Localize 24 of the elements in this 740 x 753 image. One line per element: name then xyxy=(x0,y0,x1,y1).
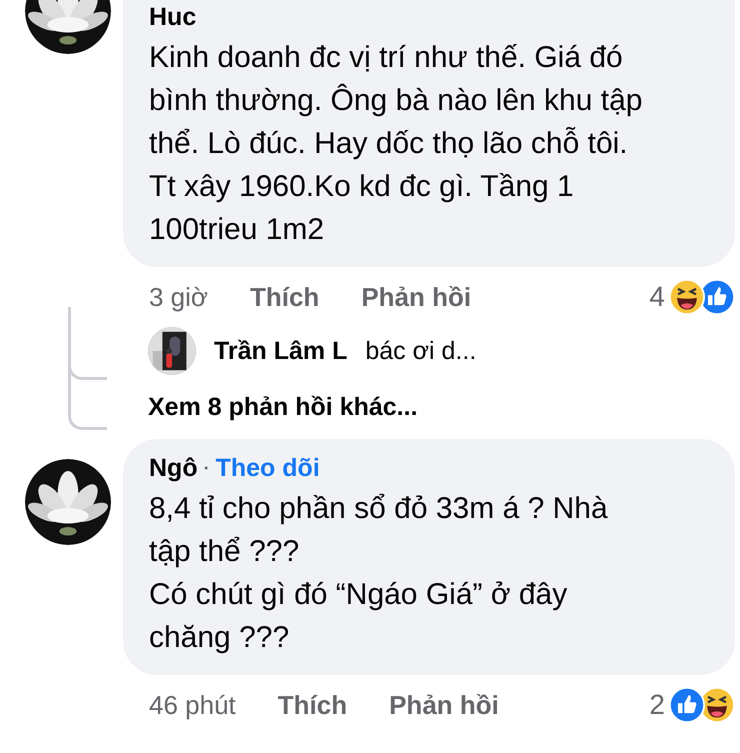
reply-button[interactable]: Phản hồi xyxy=(389,690,499,720)
comment-text: Có chút gì đó “Ngáo Giá” ở đây xyxy=(149,577,568,613)
comment-text: chăng ??? xyxy=(149,620,290,656)
like-button[interactable]: Thích xyxy=(278,690,348,720)
comment-text: thể. Lò đúc. Hay dốc thọ lão chỗ tôi. xyxy=(149,126,629,162)
comment-time[interactable]: 3 giờ xyxy=(149,282,208,312)
reply-preview[interactable]: bác ơi d... xyxy=(365,336,476,366)
author-name[interactable]: Huc xyxy=(149,2,196,32)
reply-author[interactable]: Trần Lâm L xyxy=(214,336,348,366)
more-replies-link[interactable]: Xem 8 phản hồi khác... xyxy=(148,393,418,422)
comment-text: Tt xây 1960.Ko kd đc gì. Tầng 1 xyxy=(149,169,575,205)
comment-text: Kinh doanh đc vị trí như thế. Giá đó xyxy=(149,40,624,76)
follow-link[interactable]: Theo dõi xyxy=(216,453,320,483)
reaction-count[interactable]: 2 xyxy=(649,689,665,721)
comment-time[interactable]: 46 phút xyxy=(149,690,236,720)
comment-text: 8,4 tỉ cho phần sổ đỏ 33m á ? Nhà xyxy=(149,491,609,527)
reaction-count[interactable]: 4 xyxy=(649,281,665,313)
separator-dot: · xyxy=(204,457,210,480)
like-button[interactable]: Thích xyxy=(250,282,320,312)
reply-button[interactable]: Phản hồi xyxy=(361,282,472,312)
author-name[interactable]: Ngô xyxy=(149,453,198,483)
comment-text: bình thường. Ông bà nào lên khu tập xyxy=(149,82,644,119)
comment-text: tập thể ??? xyxy=(149,534,300,570)
comment-text: 100trieu 1m2 xyxy=(149,212,326,248)
